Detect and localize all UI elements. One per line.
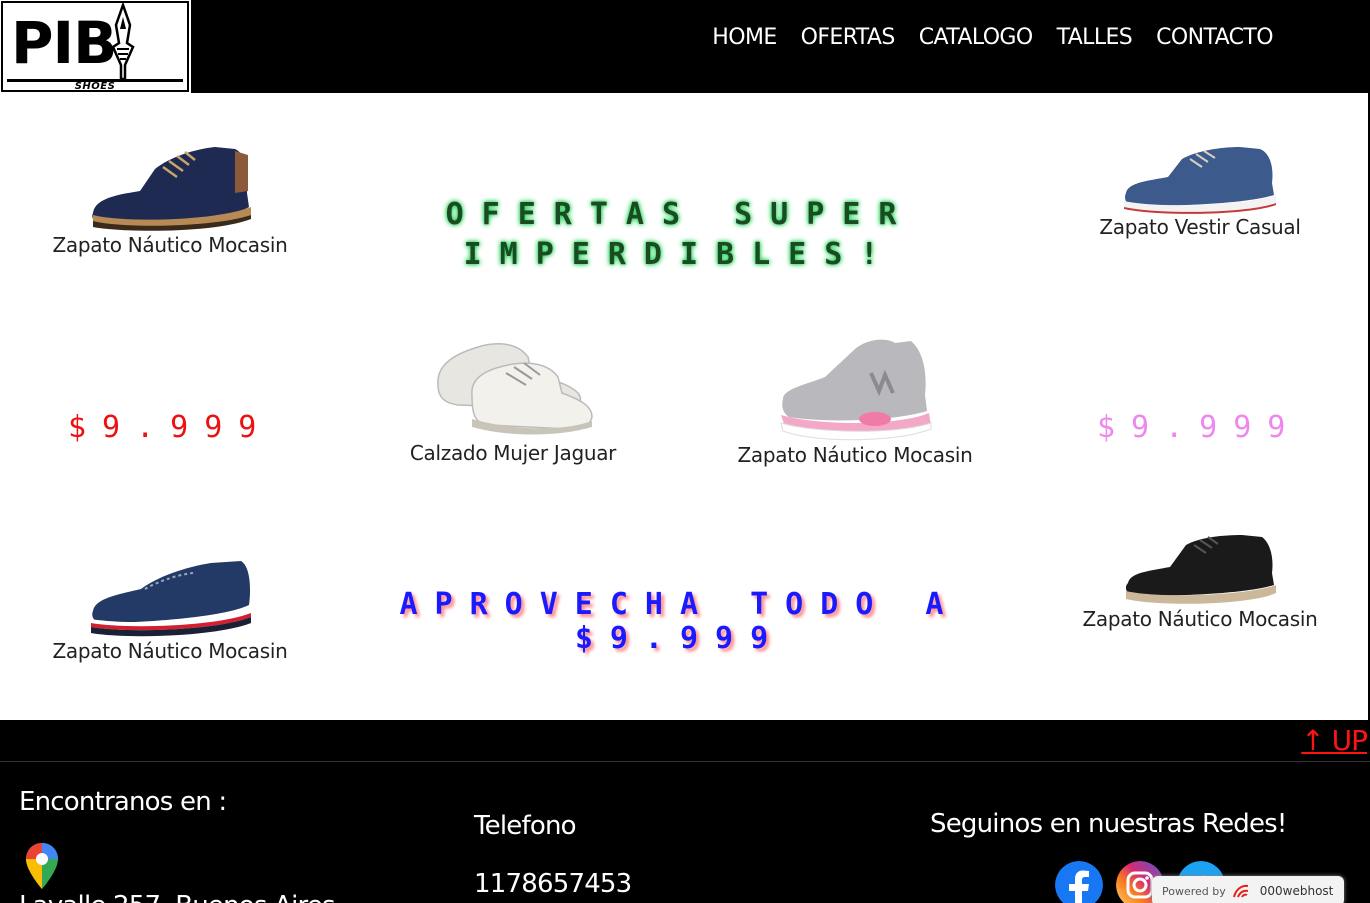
promo-cta: APROVECHA TODO A $9.999 (370, 588, 990, 656)
product-card[interactable]: Zapato Náutico Mocasin (1070, 529, 1330, 631)
offers-section: Zapato Náutico Mocasin OFERTAS SUPER IMP… (0, 93, 1368, 720)
shoe-image (437, 343, 593, 435)
logo[interactable]: PIBS SHOES (0, 0, 191, 153)
map-pin-icon[interactable] (24, 841, 60, 891)
shoe-image (780, 339, 932, 441)
main-nav: HOME OFERTAS CATALOGO TALLES CONTACTO (688, 22, 1273, 54)
hosting-badge[interactable]: Powered by 000webhost (1152, 876, 1344, 903)
nav-talles[interactable]: TALLES (1057, 22, 1133, 54)
price-tag: $9.999 (68, 410, 273, 445)
product-card[interactable]: Zapato Náutico Mocasin (40, 553, 300, 663)
price-tag: $9.999 (1097, 410, 1302, 445)
back-to-top-link[interactable]: ↑ UP (1301, 724, 1368, 757)
product-name: Zapato Vestir Casual (1099, 215, 1301, 239)
product-name: Zapato Náutico Mocasin (737, 443, 973, 467)
nav-ofertas[interactable]: OFERTAS (801, 22, 896, 54)
site-header: PIBS SHOES HOME OFERTAS CATALOGO TALLES … (0, 0, 1370, 153)
headline-line-2: IMPERDIBLES! (463, 237, 897, 272)
phone-number[interactable]: 1178657453 (474, 869, 632, 899)
social-title: Seguinos en nuestras Redes! (930, 809, 1287, 839)
nav-contacto[interactable]: CONTACTO (1156, 22, 1273, 54)
shoe-image (92, 147, 251, 231)
headline-line-1: OFERTAS SUPER (445, 197, 915, 232)
phone-label: Telefono (474, 811, 577, 841)
facebook-icon[interactable] (1055, 861, 1103, 903)
product-card[interactable]: Zapato Vestir Casual (1070, 143, 1330, 239)
product-name: Zapato Náutico Mocasin (52, 639, 288, 663)
product-name: Calzado Mujer Jaguar (409, 441, 617, 465)
product-name: Zapato Náutico Mocasin (1082, 607, 1318, 631)
offers-headline: OFERTAS SUPER IMPERDIBLES! (420, 195, 940, 275)
site-footer: Encontranos en : Lavalle 257, Buenos Air… (0, 763, 1370, 903)
logo-emblem-icon (111, 3, 135, 81)
product-name: Zapato Náutico Mocasin (52, 233, 288, 257)
back-to-top-bar: ↑ UP (0, 720, 1370, 762)
logo-subtitle: SHOES (74, 81, 116, 92)
host-logo-icon (1232, 884, 1249, 898)
nav-home[interactable]: HOME (712, 22, 777, 54)
store-address: Lavalle 257, Buenos Aires (19, 891, 336, 903)
product-card[interactable]: Calzado Mujer Jaguar (383, 333, 643, 465)
shoe-image (91, 561, 251, 637)
shoe-image (1125, 535, 1276, 604)
cta-line-2: $9.999 (574, 621, 786, 656)
find-us-title: Encontranos en : (19, 787, 227, 817)
product-card[interactable]: Zapato Náutico Mocasin (40, 141, 300, 257)
nav-catalogo[interactable]: CATALOGO (919, 22, 1033, 54)
cta-line-1: APROVECHA TODO A (399, 587, 961, 622)
shoe-image (1124, 147, 1276, 214)
product-card[interactable]: Zapato Náutico Mocasin (725, 333, 985, 467)
